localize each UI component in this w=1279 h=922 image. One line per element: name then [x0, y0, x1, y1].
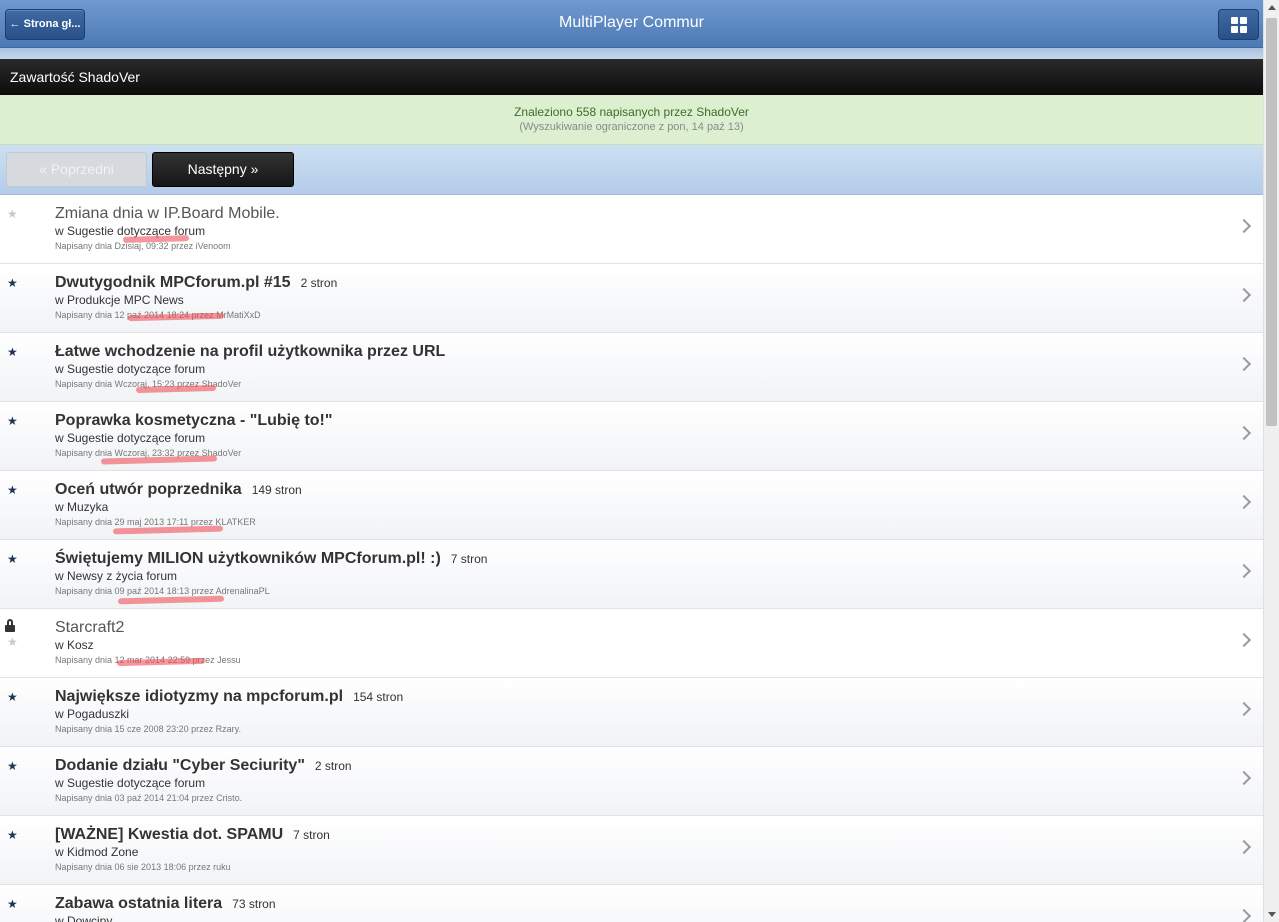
topic-forum[interactable]: w Dowcipy — [55, 914, 112, 922]
pagination: « Poprzedni Następny » — [0, 145, 1263, 195]
section-title: Zawartość ShadoVer — [0, 59, 1263, 95]
star-icon[interactable]: ★ — [7, 207, 18, 221]
app-window: ← Strona gł... MultiPlayer Commur Zawart… — [0, 0, 1263, 922]
topic-title-text[interactable]: Oceń utwór poprzednika — [55, 481, 242, 498]
previous-button: « Poprzedni — [6, 152, 147, 187]
star-icon[interactable]: ★ — [7, 897, 18, 911]
results-limit: (Wyszukiwanie ograniczone z pon, 14 paź … — [519, 121, 744, 133]
topic-meta: Napisany dnia Dzisiaj, 09:32 przez iVeno… — [55, 241, 231, 251]
topic-pages-link[interactable]: 73 stron — [232, 897, 275, 911]
topic-row[interactable]: ★Starcraft2w KoszNapisany dnia 12 mar 20… — [0, 609, 1263, 678]
topic-title[interactable]: Starcraft2 — [55, 619, 124, 637]
star-icon[interactable]: ★ — [7, 759, 18, 773]
topic-title-text[interactable]: Zabawa ostatnia litera — [55, 895, 222, 912]
topic-title-text[interactable]: Największe idiotyzmy na mpcforum.pl — [55, 688, 343, 705]
chevron-right-icon[interactable] — [1236, 425, 1252, 441]
topic-meta: Napisany dnia 29 maj 2013 17:11 przez KL… — [55, 517, 256, 527]
topic-pages-link[interactable]: 7 stron — [293, 828, 330, 842]
topic-forum[interactable]: w Pogaduszki — [55, 707, 129, 721]
topic-pages-link[interactable]: 2 stron — [301, 276, 338, 290]
topic-forum[interactable]: w Kosz — [55, 638, 94, 652]
scroll-thumb[interactable] — [1266, 18, 1277, 426]
star-icon[interactable]: ★ — [7, 828, 18, 842]
topic-title-text[interactable]: Świętujemy MILION użytkowników MPCforum.… — [55, 550, 441, 567]
chevron-right-icon[interactable] — [1236, 632, 1252, 648]
topic-title-text[interactable]: [WAŻNE] Kwestia dot. SPAMU — [55, 826, 283, 843]
topic-title-text[interactable]: Poprawka kosmetyczna - "Lubię to!" — [55, 412, 332, 429]
chevron-right-icon[interactable] — [1236, 287, 1252, 303]
topic-meta: Napisany dnia 09 paź 2014 18:13 przez Ad… — [55, 586, 270, 596]
star-icon[interactable]: ★ — [7, 690, 18, 704]
topic-row[interactable]: ★ Dwutygodnik MPCforum.pl #15 2 stron w Pro… — [0, 264, 1263, 333]
topic-title[interactable]: Poprawka kosmetyczna - "Lubię to!" — [55, 412, 332, 430]
star-icon[interactable]: ★ — [7, 635, 18, 649]
topic-forum[interactable]: w Sugestie dotyczące forum — [55, 362, 205, 376]
topic-row[interactable]: ★ Dodanie działu "Cyber Seciurity" 2 stron… — [0, 747, 1263, 816]
chevron-right-icon[interactable] — [1236, 494, 1252, 510]
star-icon[interactable]: ★ — [7, 276, 18, 290]
chevron-right-icon[interactable] — [1236, 839, 1252, 855]
topic-title[interactable]: Największe idiotyzmy na mpcforum.pl 154 s… — [55, 688, 403, 706]
star-icon[interactable]: ★ — [7, 345, 18, 359]
topic-pages-link[interactable]: 149 stron — [252, 483, 302, 497]
chevron-right-icon[interactable] — [1236, 770, 1252, 786]
topic-title[interactable]: Dodanie działu "Cyber Seciurity" 2 stron — [55, 757, 352, 775]
site-title: MultiPlayer Commur — [559, 14, 704, 31]
chevron-right-icon[interactable] — [1236, 701, 1252, 717]
chevron-right-icon[interactable] — [1236, 563, 1252, 579]
topic-meta: Napisany dnia 15 cze 2008 23:20 przez Rz… — [55, 724, 241, 734]
topic-pages-link[interactable]: 154 stron — [353, 690, 403, 704]
topic-forum[interactable]: w Kidmod Zone — [55, 845, 138, 859]
topic-meta: Napisany dnia 03 paź 2014 21:04 przez Cr… — [55, 793, 243, 803]
chevron-right-icon[interactable] — [1236, 908, 1252, 922]
vertical-scrollbar[interactable] — [1263, 0, 1279, 922]
topic-row[interactable]: ★ [WAŻNE] Kwestia dot. SPAMU 7 stron w Kidm… — [0, 816, 1263, 885]
topic-forum[interactable]: w Muzyka — [55, 500, 108, 514]
scroll-down-icon[interactable] — [1268, 912, 1276, 917]
topic-title-text[interactable]: Starcraft2 — [55, 619, 124, 636]
topic-title-text[interactable]: Dwutygodnik MPCforum.pl #15 — [55, 274, 291, 291]
topic-list: ★ Zmiana dnia w IP.Board Mobile. w Sugesti… — [0, 195, 1263, 922]
results-count: Znaleziono 558 napisanych przez ShadoVer — [514, 105, 749, 119]
topic-row[interactable]: ★ Największe idiotyzmy na mpcforum.pl 154 … — [0, 678, 1263, 747]
topic-forum[interactable]: w Sugestie dotyczące forum — [55, 431, 205, 445]
topic-title[interactable]: Zabawa ostatnia litera 73 stron — [55, 895, 276, 913]
topic-title-text[interactable]: Dodanie działu "Cyber Seciurity" — [55, 757, 305, 774]
scroll-up-icon[interactable] — [1268, 5, 1276, 10]
chevron-right-icon[interactable] — [1236, 218, 1252, 234]
next-button[interactable]: Następny » — [152, 152, 294, 187]
topic-forum[interactable]: w Produkcje MPC News — [55, 293, 184, 307]
menu-button[interactable] — [1218, 9, 1259, 40]
topic-title-text[interactable]: Zmiana dnia w IP.Board Mobile. — [55, 205, 280, 222]
results-notice: Znaleziono 558 napisanych przez ShadoVer… — [0, 95, 1263, 145]
topic-pages-link[interactable]: 2 stron — [315, 759, 352, 773]
topic-forum[interactable]: w Sugestie dotyczące forum — [55, 776, 205, 790]
topic-title-text[interactable]: Łatwe wchodzenie na profil użytkownika p… — [55, 343, 445, 360]
chevron-right-icon[interactable] — [1236, 356, 1252, 372]
star-icon[interactable]: ★ — [7, 483, 18, 497]
star-icon[interactable]: ★ — [7, 552, 18, 566]
lock-icon — [5, 619, 15, 633]
header-strip — [0, 48, 1263, 59]
topic-title[interactable]: Zmiana dnia w IP.Board Mobile. — [55, 205, 280, 223]
topic-row[interactable]: ★ Zabawa ostatnia litera 73 stron w Dowcipy — [0, 885, 1263, 922]
topic-meta: Napisany dnia 06 sie 2013 18:06 przez ru… — [55, 862, 231, 872]
topic-title[interactable]: Łatwe wchodzenie na profil użytkownika p… — [55, 343, 445, 361]
topic-title[interactable]: Świętujemy MILION użytkowników MPCforum.… — [55, 550, 487, 568]
topic-title[interactable]: Dwutygodnik MPCforum.pl #15 2 stron — [55, 274, 337, 292]
topic-pages-link[interactable]: 7 stron — [451, 552, 488, 566]
topic-forum[interactable]: w Newsy z życia forum — [55, 569, 177, 583]
top-bar: ← Strona gł... MultiPlayer Commur — [0, 0, 1263, 48]
star-icon[interactable]: ★ — [7, 414, 18, 428]
topic-title[interactable]: Oceń utwór poprzednika 149 stron — [55, 481, 302, 499]
topic-title[interactable]: [WAŻNE] Kwestia dot. SPAMU 7 stron — [55, 826, 330, 844]
topic-row[interactable]: ★ Zmiana dnia w IP.Board Mobile. w Sugesti… — [0, 195, 1263, 264]
